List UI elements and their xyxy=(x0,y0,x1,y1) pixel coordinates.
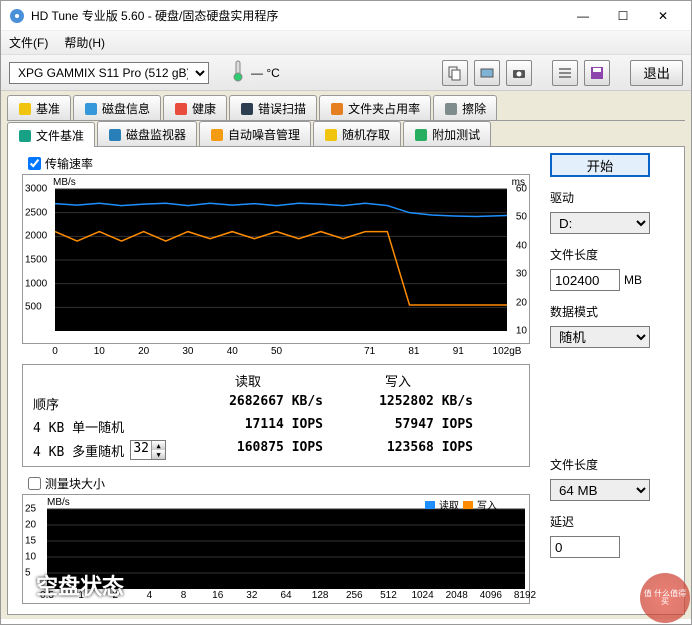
copy-info-button[interactable] xyxy=(442,60,468,86)
right-panel: 开始 驱动 D: 文件长度 MB 数据模式 随机 文件长度 64 MB 延迟 xyxy=(550,153,670,604)
app-icon xyxy=(9,8,25,24)
close-button[interactable]: ✕ xyxy=(643,1,683,31)
tab-row-bottom: 文件基准磁盘监视器自动噪音管理随机存取附加测试 xyxy=(7,121,685,147)
thread-count-spinner[interactable]: 32▲▼ xyxy=(130,440,166,460)
tab-health[interactable]: 健康 xyxy=(163,95,227,120)
tab-filebench[interactable]: 文件基准 xyxy=(7,122,95,147)
tab-erase[interactable]: 擦除 xyxy=(433,95,497,120)
block-chart: MB/s读取写入5101520250.512481632641282565121… xyxy=(22,494,530,604)
window-title: HD Tune 专业版 5.60 - 硬盘/固态硬盘实用程序 xyxy=(31,7,563,24)
transfer-chart: MB/sms5001000150020002500300010203040506… xyxy=(22,174,530,344)
left-panel: 传输速率 MB/sms50010001500200025003000102030… xyxy=(22,153,540,604)
file-length-label: 文件长度 xyxy=(550,246,670,263)
col-write: 写入 xyxy=(323,371,473,390)
thermometer-icon xyxy=(231,60,245,85)
menu-file[interactable]: 文件(F) xyxy=(9,34,48,51)
file-length2-select[interactable]: 64 MB xyxy=(550,479,650,501)
tab-benchmark[interactable]: 基准 xyxy=(7,95,71,120)
minimize-button[interactable]: — xyxy=(563,1,603,31)
start-button[interactable]: 开始 xyxy=(550,153,650,177)
tab-row-top: 基准磁盘信息健康错误扫描文件夹占用率擦除 xyxy=(7,95,685,121)
exit-button[interactable]: 退出 xyxy=(630,60,683,86)
tab-container: 基准磁盘信息健康错误扫描文件夹占用率擦除 文件基准磁盘监视器自动噪音管理随机存取… xyxy=(1,91,691,619)
tab-random[interactable]: 随机存取 xyxy=(313,121,401,146)
copy-screenshot-button[interactable] xyxy=(474,60,500,86)
drive-label: 驱动 xyxy=(550,189,670,206)
tab-aam[interactable]: 自动噪音管理 xyxy=(199,121,311,146)
col-read: 读取 xyxy=(173,371,323,390)
file-length-input[interactable] xyxy=(550,269,620,291)
tab-extra[interactable]: 附加测试 xyxy=(403,121,491,146)
tab-monitor[interactable]: 磁盘监视器 xyxy=(97,121,197,146)
save-button[interactable] xyxy=(584,60,610,86)
delay-input[interactable] xyxy=(550,536,620,558)
chart-legend: 读取写入 xyxy=(425,497,497,512)
transfer-rate-checkbox[interactable]: 传输速率 xyxy=(28,155,540,172)
table-row: 4 KB 单一随机17114 IOPS57947 IOPS xyxy=(23,415,529,438)
menu-help[interactable]: 帮助(H) xyxy=(64,34,105,51)
table-row: 4 KB 多重随机32▲▼160875 IOPS123568 IOPS xyxy=(23,438,529,462)
overlay-text: 空盘状态 xyxy=(36,569,124,601)
maximize-button[interactable]: ☐ xyxy=(603,1,643,31)
menubar: 文件(F) 帮助(H) xyxy=(1,31,691,55)
tab-info[interactable]: 磁盘信息 xyxy=(73,95,161,120)
file-length2-label: 文件长度 xyxy=(550,456,670,473)
tab-folder[interactable]: 文件夹占用率 xyxy=(319,95,431,120)
device-select[interactable]: XPG GAMMIX S11 Pro (512 gB) xyxy=(9,62,209,84)
toolbar: XPG GAMMIX S11 Pro (512 gB) — °C 退出 xyxy=(1,55,691,91)
titlebar: HD Tune 专业版 5.60 - 硬盘/固态硬盘实用程序 — ☐ ✕ xyxy=(1,1,691,31)
results-table: 读取写入 顺序2682667 KB/s1252802 KB/s4 KB 单一随机… xyxy=(22,364,530,467)
tab-scan[interactable]: 错误扫描 xyxy=(229,95,317,120)
block-size-checkbox[interactable]: 测量块大小 xyxy=(28,475,540,492)
options-button[interactable] xyxy=(552,60,578,86)
data-mode-label: 数据模式 xyxy=(550,303,670,320)
delay-label: 延迟 xyxy=(550,513,670,530)
watermark-smzdm: 值 什么值得买 xyxy=(640,573,690,623)
drive-select[interactable]: D: xyxy=(550,212,650,234)
data-mode-select[interactable]: 随机 xyxy=(550,326,650,348)
temperature-value: — °C xyxy=(251,66,291,80)
table-row: 顺序2682667 KB/s1252802 KB/s xyxy=(23,392,529,415)
screenshot-button[interactable] xyxy=(506,60,532,86)
